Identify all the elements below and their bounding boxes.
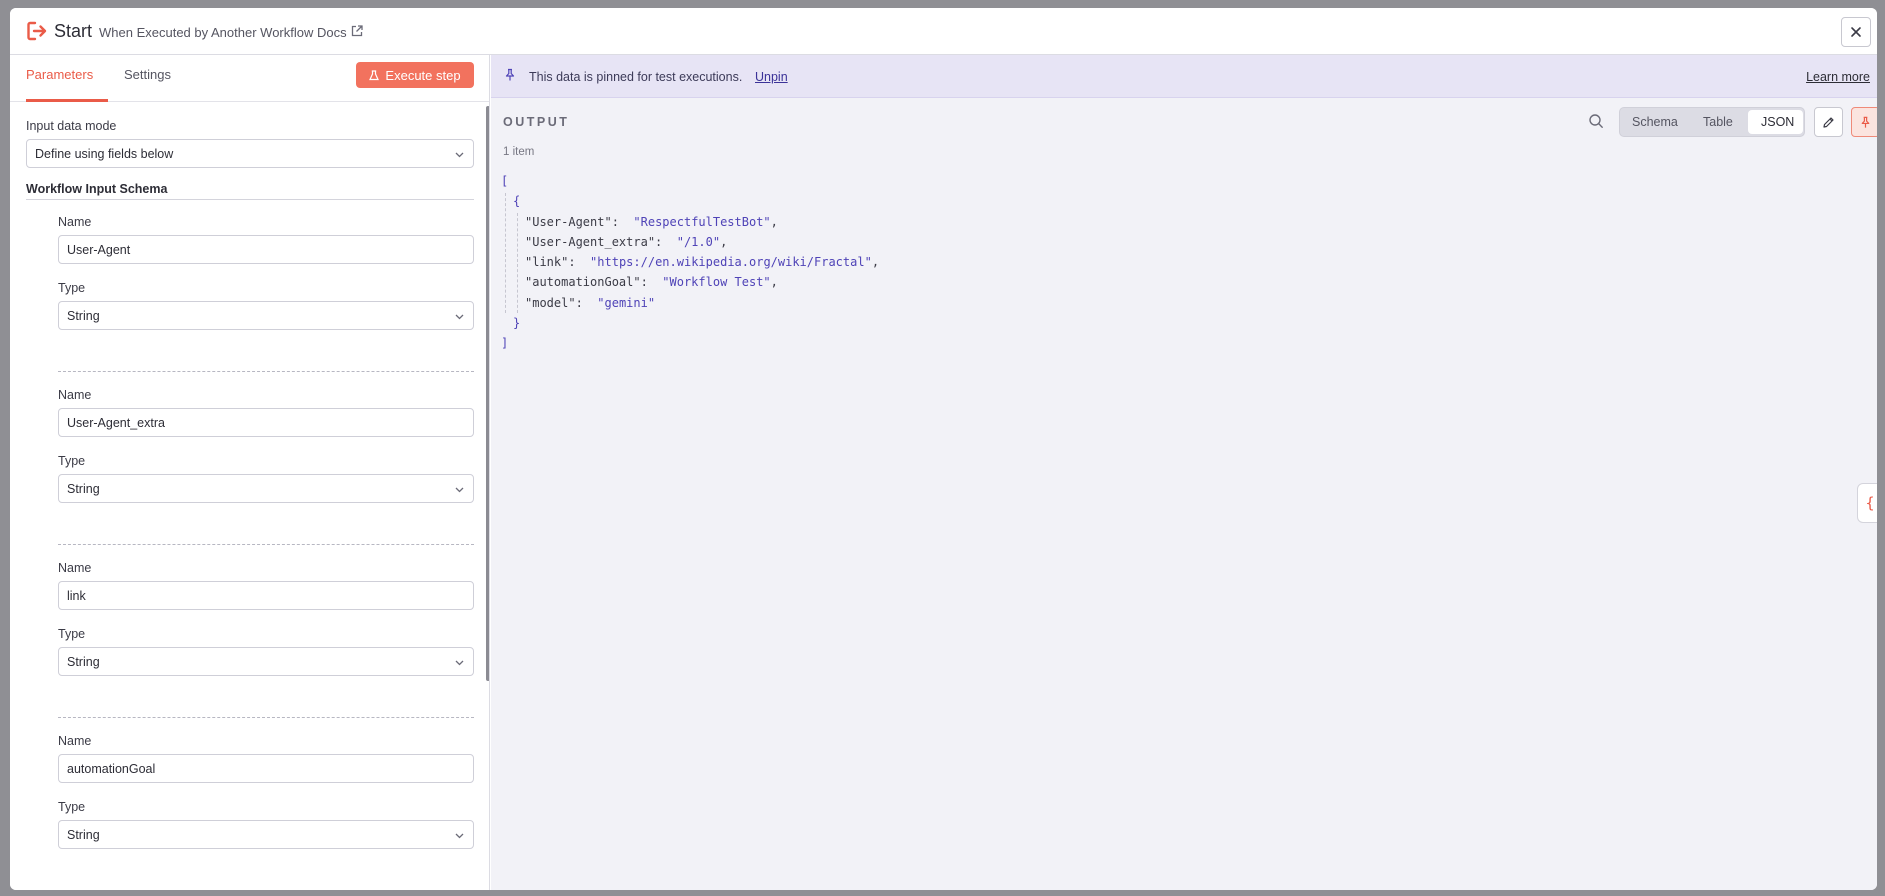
field-name-label: Name (58, 215, 92, 229)
edit-output-button[interactable] (1814, 107, 1843, 137)
json-close-array: ] (501, 336, 509, 351)
field-name-input[interactable]: link (58, 581, 474, 610)
curly-brace-icon: { (1865, 494, 1875, 512)
pin-icon (505, 68, 515, 81)
execute-step-button[interactable]: Execute step (356, 62, 474, 88)
output-title: OUTPUT (503, 115, 570, 129)
field-separator (58, 717, 474, 718)
field-type-select[interactable]: String (58, 474, 474, 503)
json-line: "User-Agent": "RespectfulTestBot", (525, 214, 778, 229)
modal-header: Start When Executed by Another Workflow … (10, 8, 1877, 55)
tab-parameters[interactable]: Parameters (26, 67, 93, 82)
field-name-label: Name (58, 734, 92, 748)
view-json-button[interactable]: JSON (1761, 115, 1794, 129)
field-type-select[interactable]: String (58, 647, 474, 676)
view-mode-toggle: Schema Table JSON (1619, 107, 1805, 137)
field-type-value: String (67, 655, 100, 669)
field-type-value: String (67, 309, 100, 323)
field-name-value: User-Agent_extra (67, 416, 165, 430)
workflow-input-schema-title: Workflow Input Schema (26, 182, 168, 196)
input-mode-select[interactable]: Define using fields below (26, 139, 474, 168)
tab-settings[interactable]: Settings (124, 67, 171, 82)
external-link-icon[interactable] (350, 24, 364, 38)
input-mode-label: Input data mode (26, 119, 117, 133)
chevron-down-icon (455, 660, 464, 666)
json-line: "model": "gemini" (525, 295, 656, 310)
field-type-label: Type (58, 800, 86, 814)
field-name-label: Name (58, 388, 92, 402)
close-button[interactable] (1841, 17, 1871, 47)
chevron-down-icon (455, 152, 464, 158)
banner-text: This data is pinned for test executions. (529, 70, 743, 84)
field-type-value: String (67, 828, 100, 842)
field-name-value: User-Agent (67, 243, 131, 257)
items-count: 1 item (503, 146, 535, 158)
learn-more-link[interactable]: Learn more (1806, 70, 1870, 84)
sign-out-icon (27, 21, 47, 41)
chevron-down-icon (455, 833, 464, 839)
input-mode-value: Define using fields below (35, 147, 174, 161)
field-name-value: link (67, 589, 86, 603)
field-name-label: Name (58, 561, 92, 575)
scrollbar[interactable] (486, 106, 489, 681)
node-subtitle-docs-link[interactable]: When Executed by Another Workflow Docs (99, 25, 347, 40)
node-details-modal: Start When Executed by Another Workflow … (10, 8, 1877, 890)
panel-tabs: Parameters Settings Execute step (10, 55, 489, 102)
field-name-input[interactable]: automationGoal (58, 754, 474, 783)
node-title: Start (54, 21, 93, 41)
unpin-link[interactable]: Unpin (755, 70, 788, 84)
json-line: "link": "https://en.wikipedia.org/wiki/F… (525, 255, 880, 270)
field-type-select[interactable]: String (58, 301, 474, 330)
view-table-button[interactable]: Table (1703, 115, 1733, 129)
field-name-input[interactable]: User-Agent_extra (58, 408, 474, 437)
search-icon[interactable] (1588, 113, 1604, 129)
section-divider (26, 199, 474, 200)
json-open-object: { (513, 194, 521, 209)
json-side-tab[interactable]: { (1857, 483, 1877, 523)
json-output: [ { "User-Agent": "RespectfulTestBot", "… (501, 171, 879, 354)
chevron-down-icon (455, 314, 464, 320)
field-type-select[interactable]: String (58, 820, 474, 849)
execute-step-label: Execute step (385, 67, 461, 83)
field-separator (58, 544, 474, 545)
pencil-icon (1823, 116, 1834, 128)
field-type-value: String (67, 482, 100, 496)
field-name-value: automationGoal (67, 762, 156, 776)
field-type-label: Type (58, 281, 86, 295)
field-name-input[interactable]: User-Agent (58, 235, 474, 264)
pin-icon (1861, 116, 1870, 128)
json-line: "automationGoal": "Workflow Test", (525, 275, 778, 290)
json-close-object: } (513, 316, 521, 331)
view-schema-button[interactable]: Schema (1632, 115, 1678, 129)
active-tab-indicator (26, 99, 108, 102)
field-separator (58, 371, 474, 372)
parameters-panel: Parameters Settings Execute step Input d… (10, 55, 490, 890)
close-icon (1851, 27, 1861, 37)
pin-data-button[interactable] (1851, 107, 1877, 137)
output-panel: This data is pinned for test executions.… (491, 55, 1877, 890)
field-type-label: Type (58, 454, 86, 468)
json-open-array: [ (501, 174, 509, 188)
field-type-label: Type (58, 627, 86, 641)
json-line: "User-Agent_extra": "/1.0", (525, 234, 728, 249)
pinned-data-banner: This data is pinned for test executions.… (491, 55, 1877, 98)
flask-icon (369, 69, 380, 80)
chevron-down-icon (455, 487, 464, 493)
